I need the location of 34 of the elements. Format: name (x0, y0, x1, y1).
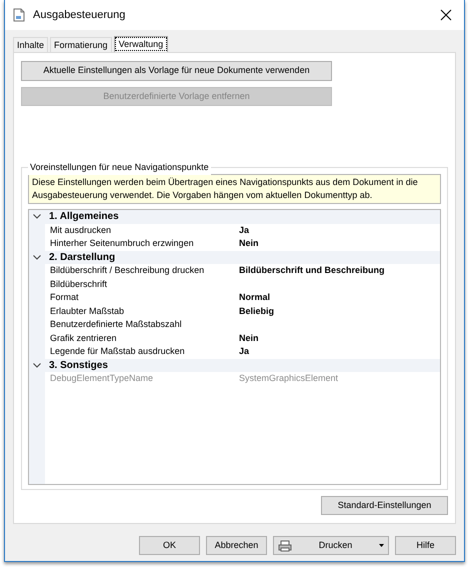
dialog-button[interactable]: Hilfe (395, 536, 456, 555)
property-name[interactable]: Mit ausdrucken (50, 224, 239, 237)
dialog-button[interactable]: OK (139, 536, 200, 555)
document-icon (13, 8, 25, 22)
property-name[interactable]: Legende für Maßstab ausdrucken (50, 345, 239, 358)
property-name[interactable]: Hinterher Seitenumbruch erzwingen (50, 237, 239, 250)
print-button[interactable]: Drucken (273, 536, 389, 555)
property-name[interactable]: Benutzerdefinierte Maßstabszahl (50, 318, 239, 332)
property-name[interactable]: Bildüberschrift / Beschreibung drucken (50, 264, 239, 278)
info-text: Diese Einstellungen werden beim Übertragen eines Navigationspunkts aus dem Dokument in die Ausgabesteuerung verwendet. Die Vorgaben hängen vom aktuellen Dokumenttyp ab. (28, 174, 441, 204)
tab[interactable]: Verwaltung (114, 36, 168, 52)
window-title: Ausgabesteuerung (33, 8, 126, 23)
group-title: Voreinstellungen für neue Navigationspunkte (28, 161, 211, 174)
property-name[interactable]: Bildüberschrift (50, 278, 239, 291)
property-value[interactable]: Normal (239, 291, 270, 304)
tab[interactable]: Inhalte (13, 37, 48, 52)
dialog-button[interactable]: Abbrechen (206, 536, 267, 555)
property-value[interactable]: Ja (239, 224, 250, 237)
category-title[interactable]: 2. Darstellung (45, 250, 116, 264)
property-name[interactable]: Grafik zentrieren (50, 332, 239, 345)
category-title[interactable]: 1. Allgemeines (45, 210, 119, 224)
property-name[interactable]: Erlaubter Maßstab (50, 304, 239, 318)
property-value[interactable]: Nein (239, 237, 259, 250)
property-value[interactable]: Nein (239, 332, 259, 345)
property-value[interactable]: Bildüberschrift und Beschreibung (239, 264, 385, 278)
printer-icon (278, 540, 292, 552)
action-button[interactable]: Aktuelle Einstellungen als Vorlage für neue Dokumente verwenden (21, 61, 332, 80)
property-value[interactable]: Beliebig (239, 304, 274, 318)
property-value[interactable]: Ja (239, 345, 250, 358)
reset-button[interactable]: Standard-Einstellungen (321, 496, 448, 515)
tab[interactable]: Formatierung (50, 37, 112, 52)
caret-icon (379, 544, 384, 547)
property-name[interactable]: Format (50, 291, 239, 304)
category-title[interactable]: 3. Sonstiges (45, 358, 108, 372)
